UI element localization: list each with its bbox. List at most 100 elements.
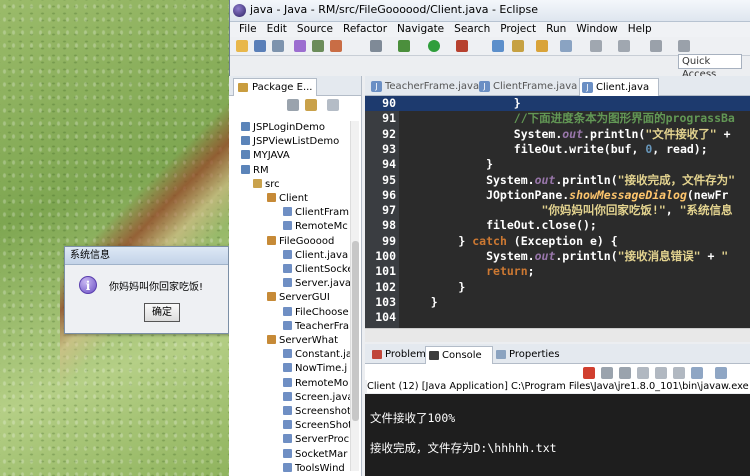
tree-item[interactable]: ClientSocke [283, 263, 354, 277]
tab-teacherframe[interactable]: TeacherFrame.java [369, 78, 479, 96]
code-text: return; [486, 264, 535, 279]
file-icon [283, 349, 292, 359]
code-text: "你妈妈叫你回家吃饭!", "系统信息 [541, 203, 733, 218]
tree-item-label: ClientFram [295, 207, 349, 219]
tree-item-label: Server.java [295, 278, 352, 290]
line-number: 98 [382, 218, 396, 233]
console-toolbar [365, 364, 750, 380]
tree-item[interactable]: FileChoose [283, 306, 349, 320]
ok-button[interactable]: 确定 [144, 303, 180, 322]
tree-item-label: Constant.ja [295, 349, 353, 361]
tree-item[interactable]: JSPViewListDemo [241, 135, 339, 149]
code-text: fileOut.close(); [403, 218, 597, 233]
code-line: 99 } catch (Exception e) { [365, 234, 750, 249]
clear-console-icon[interactable] [637, 367, 649, 379]
code-text: } [403, 279, 466, 294]
code-line: 91 //下面进度条本为图形界面的prograssBa [365, 111, 750, 126]
code-editor[interactable]: 90 } 91 //下面进度条本为图形界面的prograssBa 92 System… [365, 96, 750, 328]
tree-item[interactable]: TeacherFra [283, 320, 349, 334]
file-icon [283, 264, 292, 273]
tab-properties[interactable]: Properties [493, 346, 560, 364]
tree-item[interactable]: SocketMar [283, 448, 347, 462]
tree-item[interactable]: JSPLoginDemo [241, 121, 325, 135]
package-explorer-tools [229, 96, 361, 112]
code-line: 98 fileOut.close(); [365, 218, 750, 233]
code-text: System.out.println("接收完成，文件存为" [403, 172, 736, 187]
tree-item-label: RemoteMc [295, 221, 348, 233]
dialog-body: i 你妈妈叫你回家吃饭! 确定 [65, 266, 228, 333]
tree-item-label: RM [253, 164, 269, 176]
tab-client[interactable]: Client.java [579, 78, 659, 96]
line-number: 90 [382, 96, 396, 110]
line-number: 101 [375, 264, 396, 279]
code-text: fileOut.write(buf, 0, read); [403, 141, 708, 156]
tab-clientframe[interactable]: ClientFrame.java [477, 78, 577, 96]
file-icon [283, 420, 292, 430]
tree-item[interactable]: MYJAVA [241, 149, 290, 163]
package-icon [267, 235, 276, 245]
tree-item[interactable]: Client.java [283, 249, 348, 263]
tree-item[interactable]: ScreenShot [283, 419, 352, 433]
file-icon [283, 406, 292, 415]
scroll-lock-icon[interactable] [655, 367, 667, 379]
tree-item[interactable]: ServerGUI [267, 291, 330, 305]
tree-item[interactable]: RemoteMc [283, 220, 348, 234]
link-editor-icon[interactable] [305, 99, 317, 111]
tree-item-label: RemoteMo [295, 377, 349, 389]
tree-item-label: FileChoose [295, 306, 349, 318]
tree-scrollbar[interactable] [350, 121, 359, 471]
tree-item[interactable]: src [253, 178, 280, 192]
line-number: 97 [382, 203, 396, 218]
project-icon [241, 150, 250, 160]
tree-item[interactable]: RM [241, 164, 269, 178]
code-line: 90 } [365, 96, 750, 111]
word-wrap-icon[interactable] [673, 367, 685, 379]
display-console-icon[interactable] [715, 367, 727, 379]
view-menu-icon[interactable] [327, 99, 339, 111]
collapse-all-icon[interactable] [287, 99, 299, 111]
tree-item[interactable]: FileGooood [267, 235, 334, 249]
line-number: 91 [382, 111, 396, 126]
project-icon [241, 164, 250, 174]
editor-hscrollbar[interactable] [365, 328, 750, 342]
remove-all-icon[interactable] [619, 367, 631, 379]
tree-item[interactable]: Server.java [283, 277, 351, 291]
tree-item[interactable]: Screen.java [283, 391, 354, 405]
file-icon [283, 448, 292, 458]
terminate-icon[interactable] [583, 367, 595, 379]
code-text: System.out.println("文件接收了" + [403, 126, 731, 141]
line-number: 93 [382, 141, 396, 156]
file-icon [283, 278, 292, 288]
code-text: } catch (Exception e) { [403, 233, 618, 248]
tree-item-label: Screenshot [295, 406, 351, 417]
tree-item[interactable]: ServerWhat [267, 334, 338, 348]
console-launch-info: Client (12) [Java Application] C:\Progra… [367, 380, 750, 393]
tab-console[interactable]: Console [425, 346, 493, 364]
tree-item[interactable]: Constant.ja [283, 348, 352, 362]
tree-item-label: NowTime.j [295, 363, 348, 375]
code-line: 93 fileOut.write(buf, 0, read); [365, 142, 750, 157]
tree-item[interactable]: Screenshot [283, 405, 351, 419]
tree-item[interactable]: ClientFram [283, 206, 349, 220]
code-text: } [403, 96, 521, 110]
tree-item[interactable]: Client [267, 192, 308, 206]
tree-item-label: Screen.java [295, 391, 354, 403]
tree-item[interactable]: NowTime.j [283, 362, 347, 376]
line-number: 103 [375, 294, 396, 309]
code-text: } [403, 294, 438, 309]
tree-item-label: ToolsWind [295, 462, 345, 474]
tree-item[interactable]: RemoteMo [283, 377, 348, 391]
code-line: 101 return; [365, 264, 750, 279]
file-icon [283, 462, 292, 472]
package-explorer-tab[interactable]: Package E... [233, 78, 318, 96]
console-output[interactable]: 文件接收了100% 接收完成，文件存为D:\hhhhh.txt [365, 394, 750, 476]
tree-item-label: ServerGUI [279, 292, 330, 304]
console-output-line: 接收完成，文件存为D:\hhhhh.txt [370, 441, 557, 455]
code-line: 92 System.out.println("文件接收了" + [365, 127, 750, 142]
remove-launch-icon[interactable] [601, 367, 613, 379]
tree-scroll-thumb[interactable] [352, 241, 359, 421]
tree-item[interactable]: ServerProc [283, 433, 349, 447]
tab-problems[interactable]: Problems [369, 346, 431, 364]
tree-item[interactable]: ToolsWind [283, 462, 345, 476]
pin-console-icon[interactable] [691, 367, 703, 379]
